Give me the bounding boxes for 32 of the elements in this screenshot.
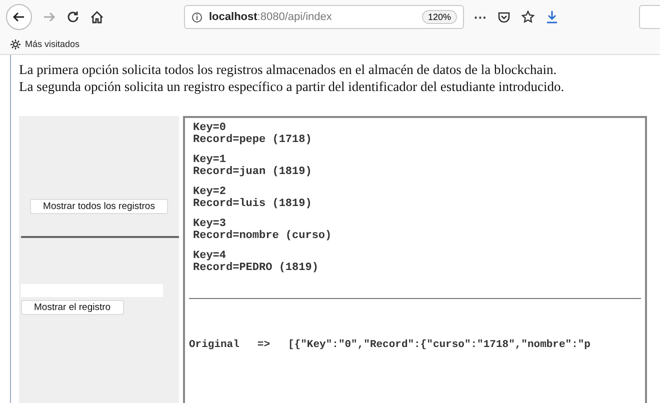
record-key: Key=3	[193, 218, 645, 230]
address-bar[interactable]: localhost:8080/api/index 120%	[184, 5, 464, 29]
download-icon[interactable]	[545, 10, 559, 24]
arrow-text: =>	[257, 339, 270, 351]
record-key: Key=0	[193, 122, 645, 134]
record-key: Key=1	[193, 154, 645, 166]
record-value: Record=PEDRO (1819)	[193, 262, 320, 274]
pocket-icon[interactable]	[497, 10, 511, 24]
record-value: Record=pepe (1718)	[193, 134, 313, 146]
show-record-button[interactable]: Mostrar el registro	[21, 300, 124, 315]
back-button[interactable]	[6, 4, 32, 30]
bookmark-label: Más visitados	[25, 39, 80, 49]
show-all-button[interactable]: Mostrar todos los registros	[30, 199, 168, 214]
bookmark-item[interactable]: Más visitados	[10, 38, 80, 50]
intro-text: La segunda opción solicita un registro específico a partir del identificador del estudiante introducido.	[19, 78, 566, 95]
record-value: Record=juan (1819)	[193, 166, 313, 178]
back-arrow-icon	[12, 10, 26, 24]
record-key: Key=4	[193, 250, 645, 262]
zoom-badge[interactable]: 120%	[422, 10, 457, 24]
intro-text: La primera opción solicita todos los registros almacenados en el almacén de datos de la blockchain.	[19, 61, 558, 78]
record-key: Key=2	[193, 186, 645, 198]
original-json-text: [{"Key":"0","Record":{"curso":"1718","nombre":"p	[288, 339, 590, 351]
search-field[interactable]	[639, 5, 660, 29]
home-icon[interactable]	[90, 10, 104, 24]
record-value: Record=luis (1819)	[193, 198, 313, 210]
record-value: Record=nombre (curso)	[193, 230, 333, 242]
info-icon	[191, 11, 203, 23]
original-label: Original	[189, 339, 240, 351]
star-icon[interactable]	[521, 10, 535, 24]
reload-icon[interactable]	[66, 10, 80, 24]
url-text: localhost:8080/api/index	[209, 11, 333, 23]
more-button[interactable]: ···	[474, 10, 487, 24]
